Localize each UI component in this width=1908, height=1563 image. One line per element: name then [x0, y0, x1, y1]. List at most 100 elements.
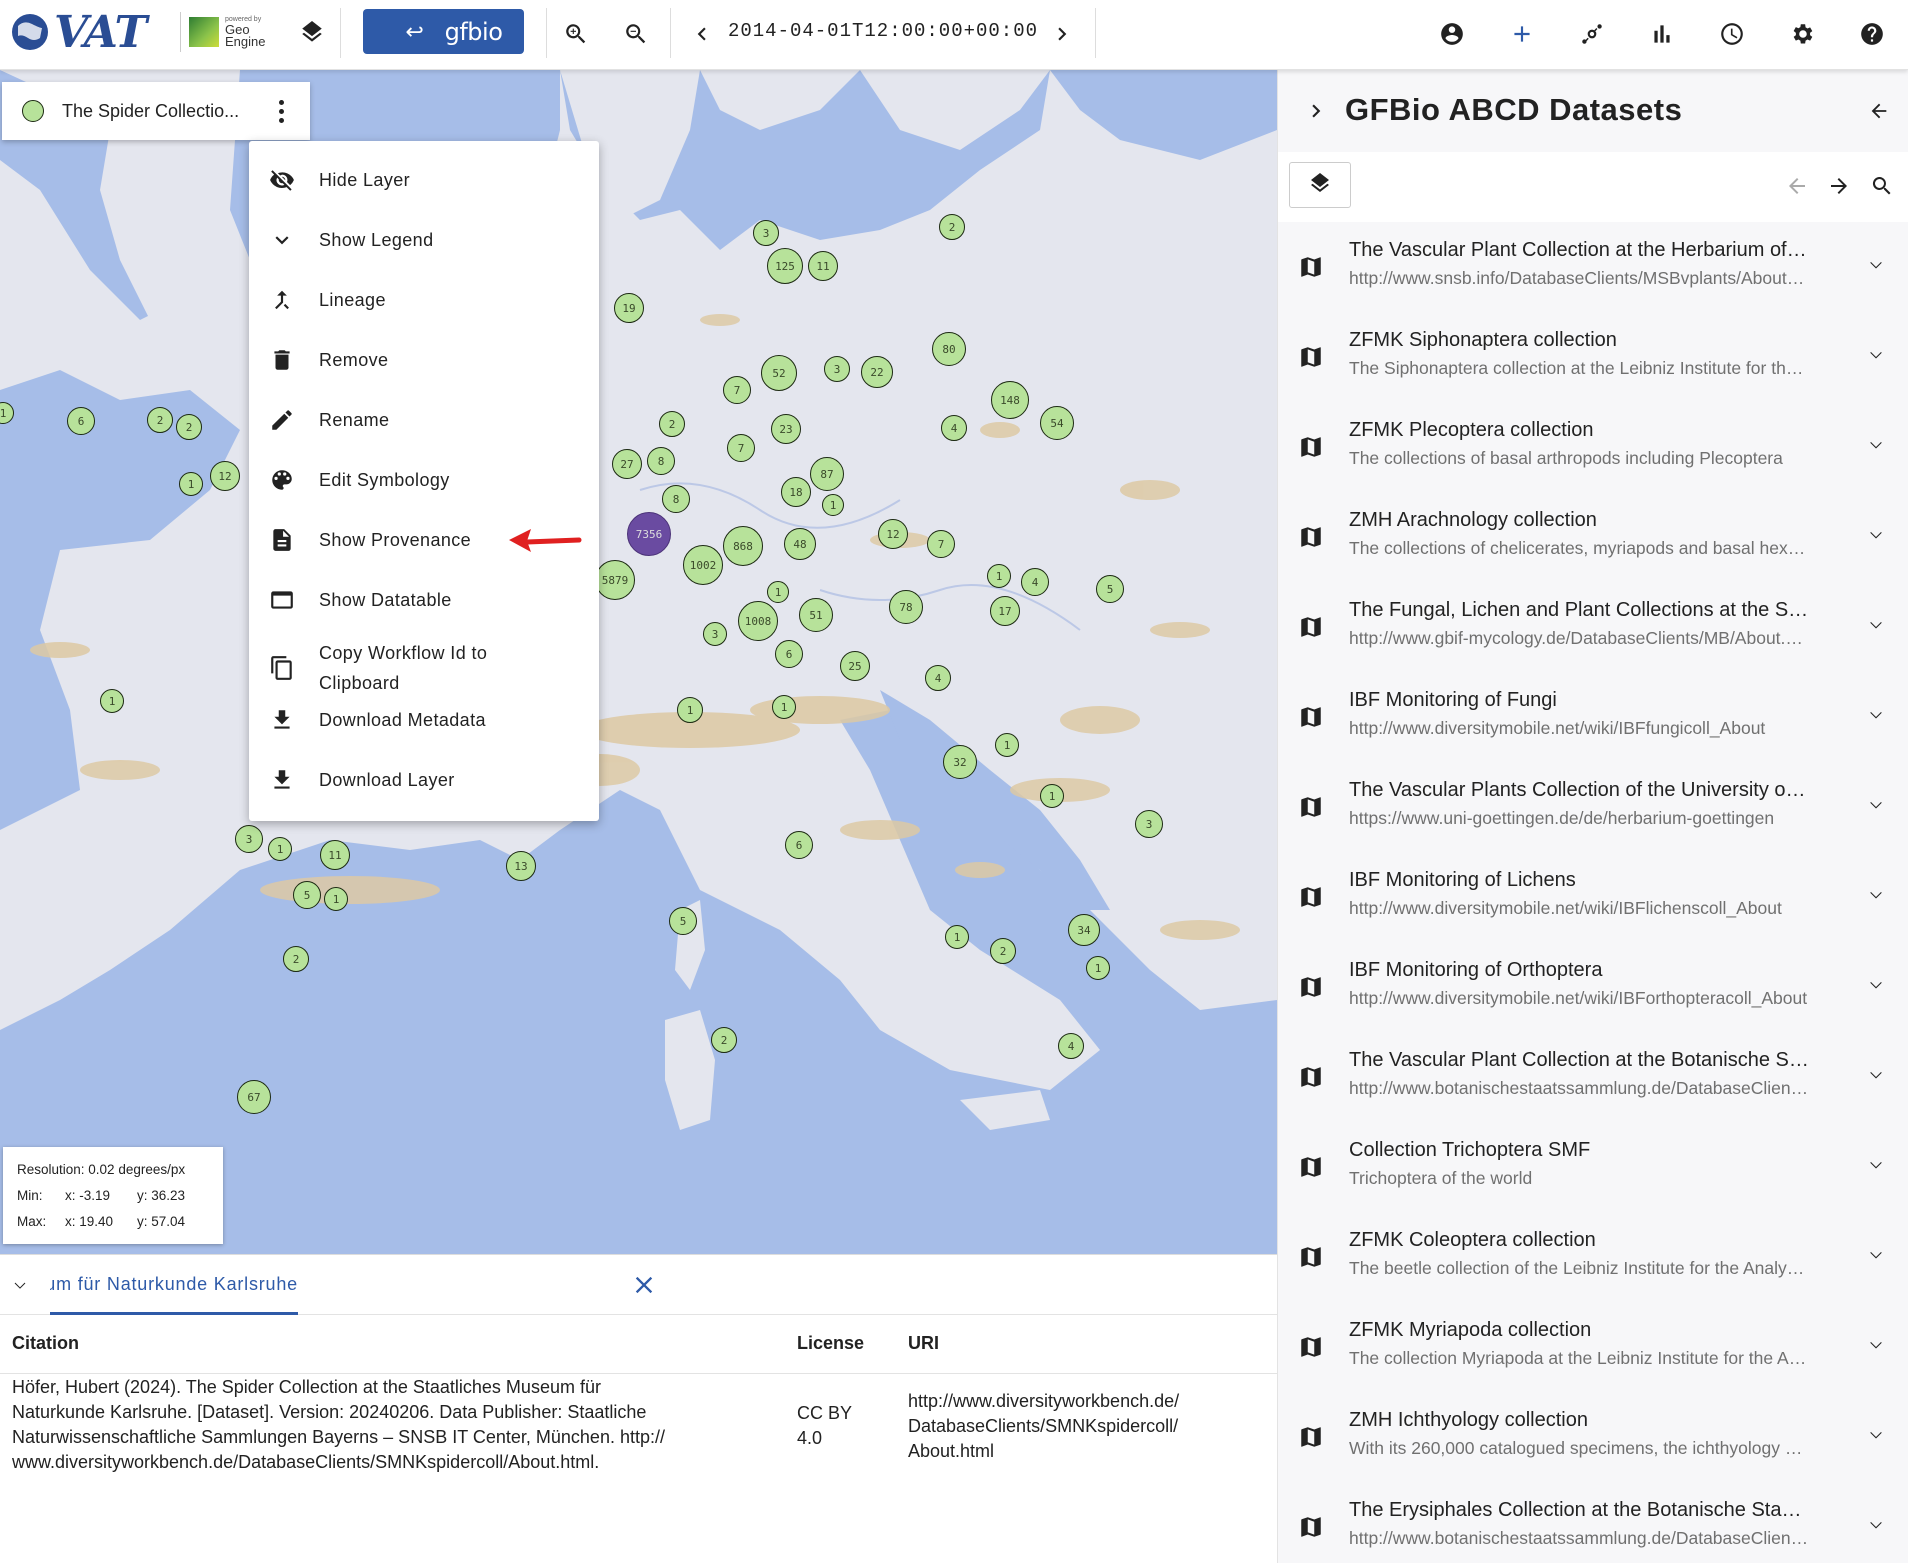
map-cluster[interactable]: 1 [772, 695, 796, 719]
map-cluster[interactable]: 11 [808, 251, 838, 281]
layer-name[interactable]: The Spider Collectio... [62, 101, 258, 122]
dataset-item[interactable]: The Vascular Plants Collection of the Un… [1278, 762, 1908, 852]
map-cluster[interactable]: 19 [614, 293, 644, 323]
map-cluster[interactable]: 1 [995, 733, 1019, 757]
menu-item-remove[interactable]: Remove [249, 345, 599, 375]
time-display[interactable]: 2014-04-01T12:00:00+00:00 [718, 20, 1048, 42]
dataset-item[interactable]: ZFMK Siphonaptera collection The Siphona… [1278, 312, 1908, 402]
help-button[interactable] [1850, 12, 1894, 56]
close-icon[interactable] [630, 1271, 658, 1299]
chevron-down-icon[interactable] [1861, 612, 1891, 642]
map-cluster[interactable]: 5 [669, 907, 697, 935]
map-cluster[interactable]: 6 [785, 831, 813, 859]
chevron-right-icon[interactable] [1303, 98, 1329, 124]
dataset-item[interactable]: IBF Monitoring of Fungi http://www.diver… [1278, 672, 1908, 762]
map-cluster[interactable]: 5879 [595, 560, 635, 600]
chevron-down-icon[interactable] [1861, 522, 1891, 552]
map-cluster[interactable]: 3 [235, 825, 263, 853]
map-cluster[interactable]: 8 [647, 447, 675, 475]
menu-item-rename[interactable]: Rename [249, 405, 599, 435]
dataset-item[interactable]: ZMH Ichthyology collection With its 260,… [1278, 1392, 1908, 1482]
map-cluster[interactable]: 2 [939, 214, 965, 240]
map-cluster[interactable]: 3 [824, 356, 850, 382]
map-cluster[interactable]: 32 [943, 745, 977, 779]
zoom-in-button[interactable] [554, 12, 598, 56]
collapse-sidebar-icon[interactable] [1868, 100, 1890, 122]
map-cluster[interactable]: 2 [147, 407, 173, 433]
dataset-item[interactable]: ZFMK Myriapoda collection The collection… [1278, 1302, 1908, 1392]
map-cluster[interactable]: 4 [941, 415, 967, 441]
menu-item-show-legend[interactable]: Show Legend [249, 225, 599, 255]
map-cluster[interactable]: 6 [67, 407, 95, 435]
layer-collections-button[interactable] [1289, 162, 1351, 208]
zoom-out-button[interactable] [614, 12, 658, 56]
plots-button[interactable] [1640, 12, 1684, 56]
menu-item-edit-symbology[interactable]: Edit Symbology [249, 465, 599, 495]
map-cluster[interactable]: 13 [506, 851, 536, 881]
search-icon[interactable] [1870, 174, 1894, 198]
map-cluster[interactable]: 7 [723, 376, 751, 404]
map-cluster[interactable]: 25 [840, 651, 870, 681]
map-cluster[interactable]: 1002 [683, 545, 723, 585]
dataset-item[interactable]: The Vascular Plant Collection at the Bot… [1278, 1032, 1908, 1122]
map-cluster[interactable]: 2 [711, 1027, 737, 1053]
collapse-panel-icon[interactable] [6, 1271, 34, 1299]
uri-cell[interactable]: http://www.diversityworkbench.de/ Databa… [908, 1389, 1179, 1464]
map-cluster[interactable]: 2 [659, 411, 685, 437]
map-cluster[interactable]: 52 [761, 355, 797, 391]
map-cluster[interactable]: 5 [1096, 575, 1124, 603]
dataset-item[interactable]: The Vascular Plant Collection at the Her… [1278, 222, 1908, 312]
chevron-down-icon[interactable] [1861, 1422, 1891, 1452]
map-cluster[interactable]: 1 [179, 472, 203, 496]
layers-button[interactable] [290, 12, 334, 56]
chevron-down-icon[interactable] [1861, 252, 1891, 282]
chevron-down-icon[interactable] [1861, 792, 1891, 822]
map-view[interactable]: 3 125 11 2 19 80 52 3 22 7 6 2 2 148 54 … [0, 70, 1277, 1254]
add-data-button[interactable] [1500, 12, 1544, 56]
layer-symbology-swatch[interactable] [22, 100, 44, 122]
map-cluster[interactable]: 1 [1086, 956, 1110, 980]
map-cluster[interactable]: 87 [810, 457, 844, 491]
chevron-down-icon[interactable] [1861, 1332, 1891, 1362]
map-cluster[interactable]: 7 [927, 530, 955, 558]
map-cluster[interactable]: 54 [1040, 406, 1074, 440]
operators-button[interactable] [1570, 12, 1614, 56]
map-cluster[interactable]: 23 [771, 414, 801, 444]
chevron-down-icon[interactable] [1861, 702, 1891, 732]
map-cluster[interactable]: 1 [1040, 784, 1064, 808]
map-cluster[interactable]: 12 [210, 461, 240, 491]
map-cluster[interactable]: 3 [703, 622, 727, 646]
map-cluster[interactable]: 27 [612, 449, 642, 479]
map-cluster[interactable]: 3 [1135, 810, 1163, 838]
dataset-item[interactable]: The Erysiphales Collection at the Botani… [1278, 1482, 1908, 1563]
dataset-item[interactable]: ZMH Arachnology collection The collectio… [1278, 492, 1908, 582]
map-cluster-large[interactable]: 7356 [627, 512, 671, 556]
chevron-down-icon[interactable] [1861, 1512, 1891, 1542]
map-cluster[interactable]: 148 [991, 381, 1029, 419]
map-cluster[interactable]: 8 [662, 485, 690, 513]
dataset-item[interactable]: ZFMK Plecoptera collection The collectio… [1278, 402, 1908, 492]
map-cluster[interactable]: 1 [945, 925, 969, 949]
menu-item-lineage[interactable]: Lineage [249, 285, 599, 315]
map-cluster[interactable]: 1 [677, 697, 703, 723]
map-cluster[interactable]: 1008 [738, 601, 778, 641]
menu-item-download-metadata[interactable]: Download Metadata [249, 705, 599, 735]
map-cluster[interactable]: 80 [932, 332, 966, 366]
dataset-item[interactable]: IBF Monitoring of Lichens http://www.div… [1278, 852, 1908, 942]
menu-item-hide-layer[interactable]: Hide Layer [249, 165, 599, 195]
dataset-item[interactable]: The Fungal, Lichen and Plant Collections… [1278, 582, 1908, 672]
map-cluster[interactable]: 4 [1021, 568, 1049, 596]
map-cluster[interactable]: 11 [320, 840, 350, 870]
map-cluster[interactable]: 2 [283, 946, 309, 972]
time-config-button[interactable] [1710, 12, 1754, 56]
map-cluster[interactable]: 12 [878, 519, 908, 549]
map-cluster[interactable]: 125 [767, 248, 803, 284]
layer-menu-button[interactable] [266, 91, 296, 131]
map-cluster[interactable]: 1 [268, 837, 292, 861]
map-cluster[interactable]: 4 [925, 665, 951, 691]
menu-item-copy-workflow-id[interactable]: Copy Workflow Id to Clipboard [249, 633, 599, 703]
map-cluster[interactable]: 1 [100, 689, 124, 713]
dataset-item[interactable]: ZFMK Coleoptera collection The beetle co… [1278, 1212, 1908, 1302]
chevron-down-icon[interactable] [1861, 882, 1891, 912]
layer-list-item[interactable]: The Spider Collectio... [2, 82, 310, 140]
